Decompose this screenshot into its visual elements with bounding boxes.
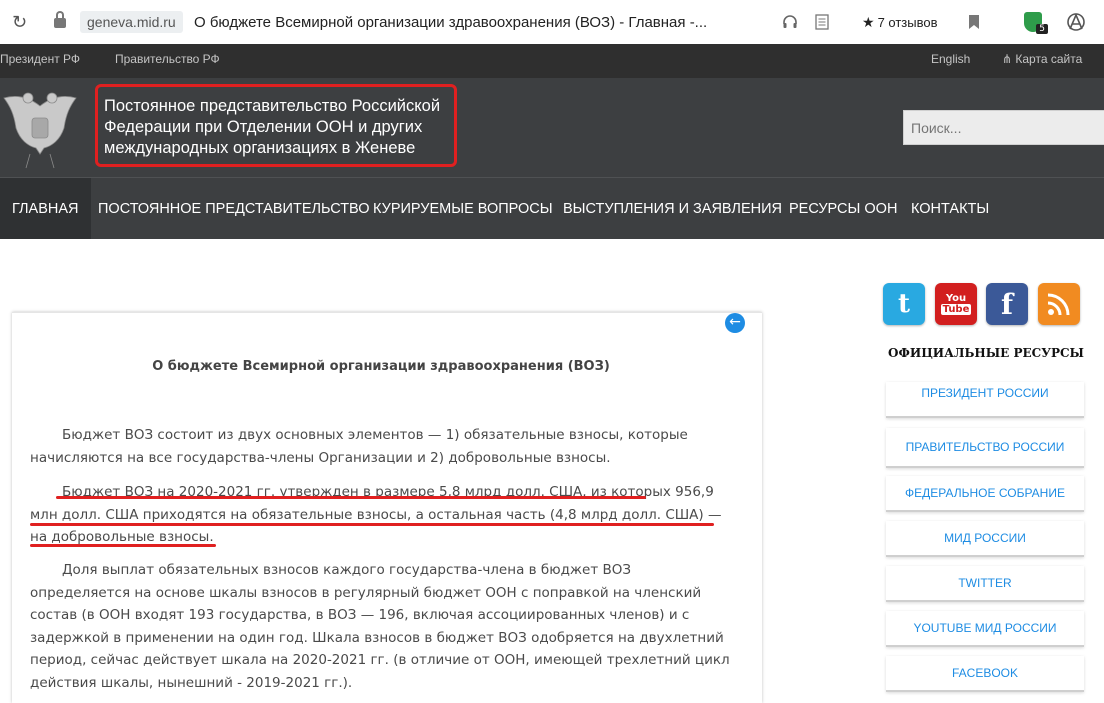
- nav-item-un-resources[interactable]: РЕСУРСЫ ООН: [789, 178, 897, 239]
- article-paragraph: Доля выплат обязательных взносов каждого…: [30, 562, 730, 691]
- extension-icon[interactable]: [1066, 0, 1086, 44]
- reviews-button[interactable]: ★ 7 отзывов: [862, 0, 938, 44]
- sidebar-item-mfa[interactable]: МИД РОССИИ: [886, 521, 1084, 557]
- star-icon: ★: [862, 13, 875, 30]
- coat-of-arms-logo[interactable]: [0, 84, 80, 172]
- english-link[interactable]: English: [931, 44, 970, 74]
- sidebar-item-government[interactable]: ПРАВИТЕЛЬСТВО РОССИИ: [886, 428, 1084, 468]
- sidebar-item-twitter[interactable]: TWITTER: [886, 566, 1084, 602]
- nav-item-issues[interactable]: КУРИРУЕМЫЕ ВОПРОСЫ: [373, 178, 553, 239]
- sidebar-item-federal-assembly[interactable]: ФЕДЕРАЛЬНОЕ СОБРАНИЕ: [886, 476, 1084, 512]
- article-title: О бюджете Всемирной организации здравоох…: [152, 359, 610, 374]
- president-link[interactable]: Президент РФ: [0, 44, 80, 74]
- annotation-underline: [30, 523, 714, 526]
- nav-item-statements[interactable]: ВЫСТУПЛЕНИЯ И ЗАЯВЛЕНИЯ: [563, 178, 782, 239]
- sitemap-link[interactable]: ⋔ Карта сайта: [1002, 44, 1082, 74]
- youtube-icon[interactable]: You Tube: [935, 283, 977, 325]
- address-bar[interactable]: geneva.mid.ru: [80, 0, 183, 44]
- resources-heading: ОФИЦИАЛЬНЫЕ РЕСУРСЫ: [888, 346, 1084, 360]
- sitemap-label: Карта сайта: [1015, 52, 1083, 66]
- browser-toolbar: ↻ geneva.mid.ru О бюджете Всемирной орга…: [0, 0, 1104, 45]
- top-links-bar: Президент РФ Правительство РФ English ⋔ …: [0, 44, 1104, 78]
- government-link[interactable]: Правительство РФ: [115, 44, 220, 74]
- extension-shield-icon[interactable]: 5: [1024, 0, 1048, 44]
- url-domain: geneva.mid.ru: [80, 11, 183, 33]
- article-paragraph: Бюджет ВОЗ состоит из двух основных элем…: [30, 427, 688, 466]
- bookmark-icon[interactable]: [968, 0, 980, 44]
- sidebar-item-facebook[interactable]: FACEBOOK: [886, 656, 1084, 692]
- reviews-label: 7 отзывов: [877, 14, 938, 30]
- search-input[interactable]: [903, 110, 1104, 145]
- reader-mode-icon[interactable]: [815, 0, 829, 44]
- extension-badge: 5: [1036, 24, 1048, 34]
- back-arrow-icon[interactable]: ←: [725, 313, 745, 333]
- sidebar-item-president[interactable]: ПРЕЗИДЕНТ РОССИИ: [886, 382, 1084, 418]
- nav-item-mission[interactable]: ПОСТОЯННОЕ ПРЕДСТАВИТЕЛЬСТВО: [98, 178, 370, 239]
- lock-icon[interactable]: [54, 0, 66, 28]
- youtube-icon-text: Tube: [940, 304, 972, 315]
- sitemap-icon: ⋔: [1002, 52, 1016, 66]
- rss-icon[interactable]: [1038, 283, 1080, 325]
- headphones-icon[interactable]: [782, 0, 798, 44]
- main-nav: ГЛАВНАЯ ПОСТОЯННОЕ ПРЕДСТАВИТЕЛЬСТВО КУР…: [0, 177, 1104, 239]
- article-paragraph-highlighted: Бюджет ВОЗ на 2020-2021 гг. утвержден в …: [30, 484, 722, 545]
- reload-icon[interactable]: ↻: [12, 0, 27, 44]
- twitter-icon[interactable]: t: [883, 283, 925, 325]
- facebook-icon[interactable]: f: [986, 283, 1028, 325]
- sidebar-item-youtube-mfa[interactable]: YOUTUBE МИД РОССИИ: [886, 611, 1084, 647]
- annotation-underline: [56, 496, 646, 499]
- annotation-underline: [30, 544, 216, 547]
- nav-item-contacts[interactable]: КОНТАКТЫ: [911, 178, 989, 239]
- nav-item-home[interactable]: ГЛАВНАЯ: [0, 178, 91, 239]
- youtube-icon-text: You: [945, 293, 967, 304]
- annotation-outline: [95, 84, 457, 167]
- page-title-text: О бюджете Всемирной организации здравоох…: [194, 13, 708, 31]
